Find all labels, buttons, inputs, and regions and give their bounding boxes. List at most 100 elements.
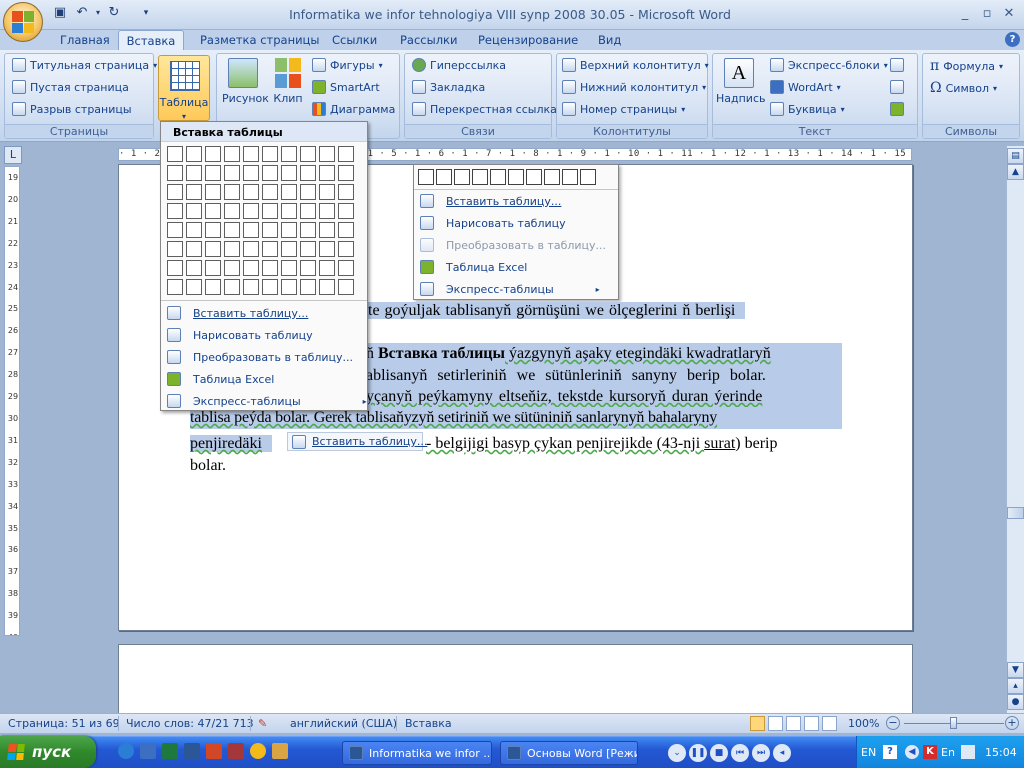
zoom-level[interactable]: 100% [848, 717, 879, 730]
close-button[interactable]: ✕ [999, 6, 1019, 22]
cross-reference-button[interactable]: Перекрестная ссылка [412, 102, 557, 116]
undo-icon[interactable]: ↶ [74, 5, 90, 21]
media-icon[interactable] [250, 743, 266, 759]
task-informatika[interactable]: Informatika we infor ... [342, 741, 492, 765]
proofing-icon[interactable]: ✎ [258, 717, 267, 730]
pause-icon[interactable]: ❚❚ [689, 744, 707, 762]
clip-button[interactable]: Клип [270, 56, 306, 105]
insert-mode[interactable]: Вставка [405, 717, 452, 730]
save-icon[interactable]: ▣ [52, 5, 68, 21]
full-screen-reading-icon[interactable] [768, 716, 783, 731]
task-osnovy-word[interactable]: Основы Word [Режи... [500, 741, 638, 765]
minimize-button[interactable]: _ [955, 6, 975, 22]
smartart-button[interactable]: SmartArt [312, 80, 380, 94]
symbol-button[interactable]: Ω Символ ▾ [930, 80, 997, 96]
word-count[interactable]: Число слов: 47/21 713 [126, 717, 254, 730]
object-icon[interactable] [890, 102, 912, 118]
access-icon[interactable] [228, 743, 244, 759]
word-icon[interactable] [184, 743, 200, 759]
keyboard-layout[interactable]: En [941, 746, 955, 759]
stop-icon[interactable]: ■ [710, 744, 728, 762]
signature-line-icon[interactable] [890, 58, 912, 74]
next-icon[interactable]: ⏭ [752, 744, 770, 762]
scroll-down-icon[interactable]: ▼ [1007, 662, 1024, 678]
page-indicator[interactable]: Страница: 51 из 69 [8, 717, 120, 730]
wordart-button[interactable]: WordArt ▾ [770, 80, 841, 94]
header-button[interactable]: Верхний колонтитул ▾ [562, 58, 709, 72]
desktop-icon[interactable] [140, 743, 156, 759]
doc-line-6a[interactable]: penjiredäki [190, 433, 272, 455]
print-layout-icon[interactable] [750, 716, 765, 731]
language-indicator[interactable]: EN [861, 746, 876, 759]
doc-line-6b[interactable]: - belgijigi basyp çykan penjirejikde (43… [426, 433, 777, 455]
menu-convert-to-table[interactable]: Преобразовать в таблицу... [167, 350, 353, 364]
doc-line-1[interactable]: te goýuljak tablisanyň görnüşüni we ölçe… [362, 300, 746, 322]
tab-review[interactable]: Рецензирование [478, 33, 578, 47]
page-number-button[interactable]: Номер страницы ▾ [562, 102, 685, 116]
select-browse-object-icon[interactable]: ● [1007, 694, 1024, 710]
tab-insert[interactable]: Вставка [118, 30, 184, 51]
picture-button[interactable]: Рисунок [222, 56, 269, 105]
help-icon[interactable]: ? [1005, 32, 1020, 47]
powerpoint-icon[interactable] [206, 743, 222, 759]
menu-insert-table[interactable]: Вставить таблицу... [167, 306, 308, 320]
ie-icon[interactable] [118, 743, 134, 759]
media-menu-icon[interactable]: ⌄ [668, 744, 686, 762]
redo-icon[interactable]: ↻ [106, 5, 122, 21]
tab-references[interactable]: Ссылки [332, 33, 377, 47]
zoom-out-icon[interactable]: − [886, 716, 900, 730]
menu-quick-tables[interactable]: Экспресс-таблицы ▸ [167, 394, 367, 408]
volume-icon[interactable]: ◂ [773, 744, 791, 762]
picture-icon [228, 58, 258, 88]
arrow-left-icon[interactable]: ◀ [905, 745, 919, 759]
language-indicator[interactable]: английский (США) [290, 717, 397, 730]
quick-parts-button[interactable]: Экспресс-блоки ▾ [770, 58, 888, 72]
hyperlink-button[interactable]: Гиперссылка [412, 58, 506, 72]
scroll-thumb[interactable] [1007, 507, 1024, 519]
footer-button[interactable]: Нижний колонтитул ▾ [562, 80, 706, 94]
prev-page-icon[interactable]: ▴ [1007, 678, 1024, 694]
qat-customize-icon[interactable]: ▾ [138, 5, 154, 21]
equation-button[interactable]: π Формула ▾ [930, 58, 1003, 74]
quick-tables-icon [420, 282, 434, 296]
date-time-icon[interactable] [890, 80, 906, 96]
textbox-button[interactable]: A Надпись [716, 56, 766, 105]
chart-button[interactable]: Диаграмма [312, 102, 395, 116]
page-break-button[interactable]: Разрыв страницы [12, 102, 132, 116]
tab-view[interactable]: Вид [598, 33, 621, 47]
antivirus-icon[interactable]: K [923, 745, 937, 759]
shapes-button[interactable]: Фигуры ▾ [312, 58, 383, 72]
zoom-slider-thumb[interactable] [950, 717, 957, 729]
scroll-up-icon[interactable]: ▲ [1007, 164, 1024, 180]
blank-page-button[interactable]: Пустая страница [12, 80, 129, 94]
menu-draw-table[interactable]: Нарисовать таблицу [167, 328, 313, 342]
document-page-next[interactable] [118, 644, 913, 716]
tab-selector-icon[interactable]: L [4, 146, 22, 164]
tab-mailings[interactable]: Рассылки [400, 33, 457, 47]
table-size-grid[interactable] [167, 146, 354, 295]
maximize-button[interactable]: ▫ [977, 6, 997, 22]
menu-excel-table[interactable]: Таблица Excel [167, 372, 274, 386]
excel-icon[interactable] [162, 743, 178, 759]
tab-page-layout[interactable]: Разметка страницы [200, 33, 319, 47]
zoom-in-icon[interactable]: + [1005, 716, 1019, 730]
tab-home[interactable]: Главная [60, 33, 110, 47]
undo-dropdown-icon[interactable]: ▾ [90, 5, 106, 21]
paint-icon[interactable] [272, 743, 288, 759]
table-button[interactable]: Таблица ▾ [158, 55, 210, 121]
previous-icon[interactable]: ⏮ [731, 744, 749, 762]
cover-page-button[interactable]: Титульная страница ▾ [12, 58, 157, 72]
drop-cap-button[interactable]: Буквица ▾ [770, 102, 845, 116]
start-button[interactable]: пуск [0, 736, 96, 768]
vertical-ruler[interactable]: 19 20 21 22 23 24 25 26 27 28 29 30 31 3… [4, 166, 20, 636]
office-button[interactable] [3, 2, 43, 42]
bookmark-button[interactable]: Закладка [412, 80, 485, 94]
vertical-scrollbar[interactable]: ▤ ▲ ▼ ▴ ● [1006, 146, 1024, 714]
web-layout-icon[interactable] [786, 716, 801, 731]
draft-icon[interactable] [822, 716, 837, 731]
help-tray-icon[interactable]: ? [883, 745, 897, 759]
outline-icon[interactable] [804, 716, 819, 731]
doc-line-7[interactable]: bolar. [190, 455, 226, 477]
ruler-toggle-icon[interactable]: ▤ [1007, 148, 1024, 164]
network-icon[interactable] [961, 745, 975, 759]
